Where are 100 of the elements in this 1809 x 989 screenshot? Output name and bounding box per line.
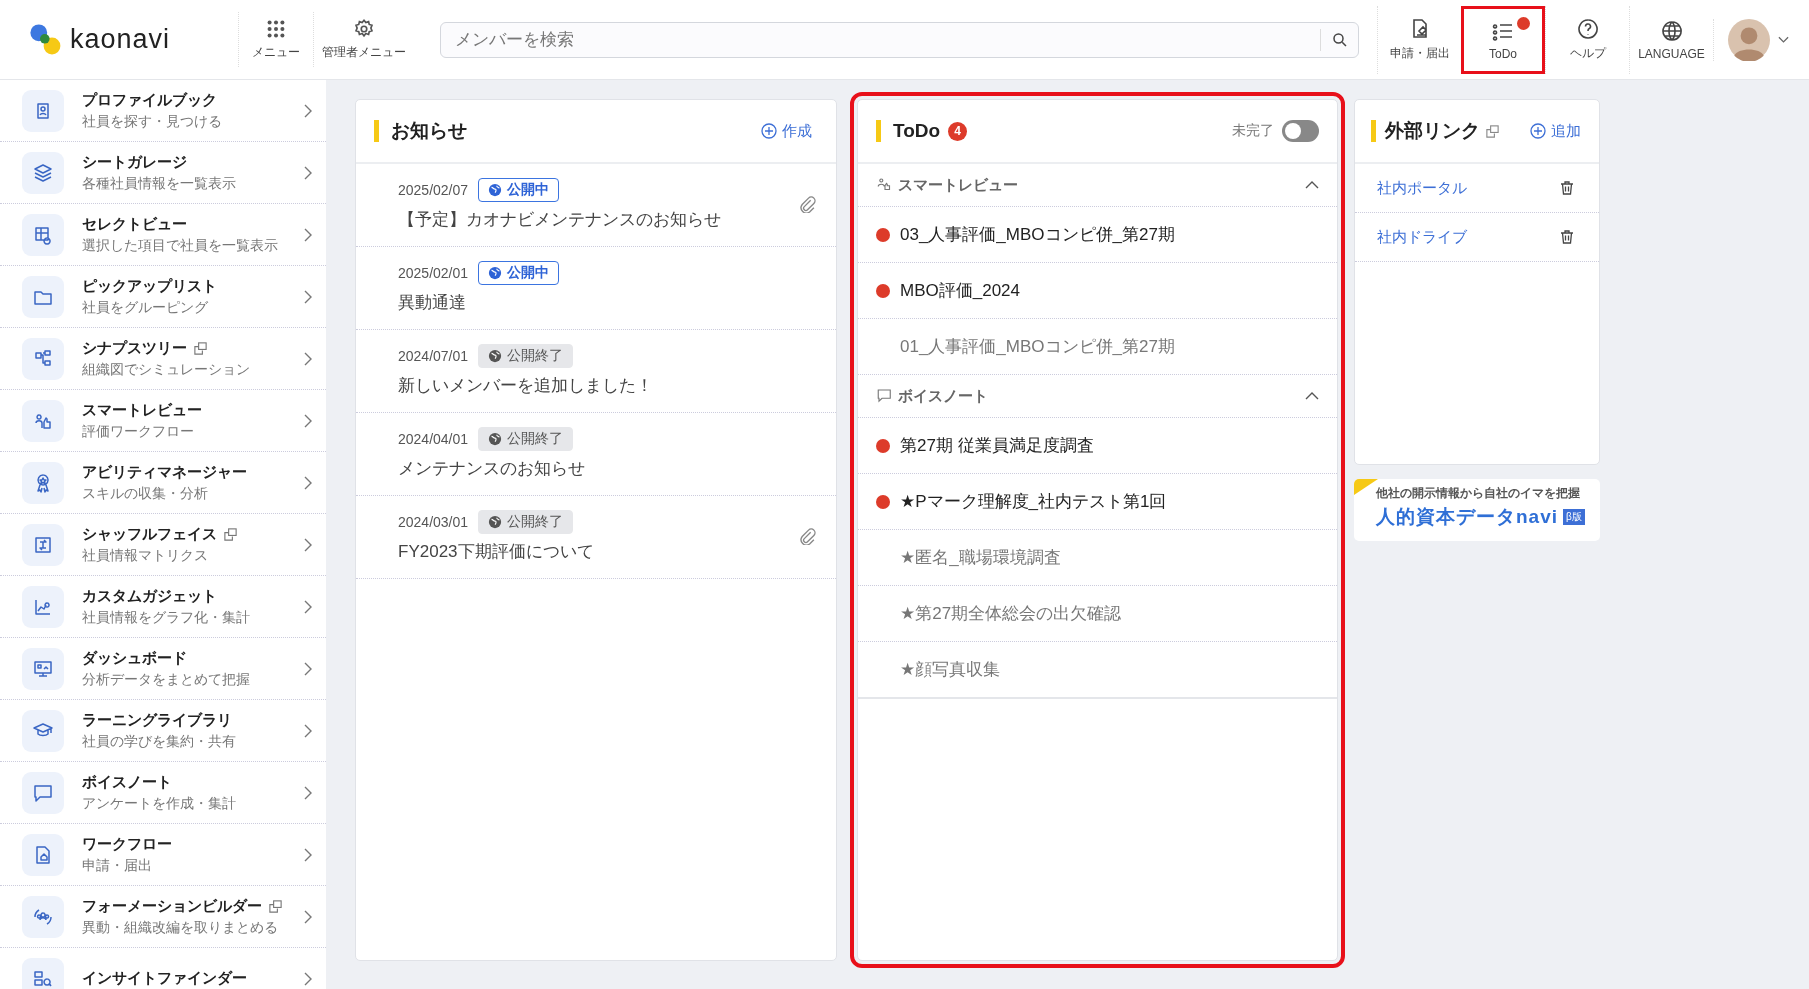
nav-button[interactable]: 管理者メニュー [313,12,414,67]
chevron-right-icon [304,165,312,180]
sidebar-item[interactable]: ダッシュボード 分析データをまとめて把握 [0,638,326,700]
sidebar-item[interactable]: ボイスノート アンケートを作成・集計 [0,762,326,824]
notice-item[interactable]: 2024/07/01 公開終了 新しいメンバーを追加しました！ [356,330,836,413]
todo-item[interactable]: ★Pマーク理解度_社内テスト第1回 [858,474,1337,530]
sidebar-item[interactable]: アビリティマネージャー スキルの収集・分析 [0,452,326,514]
nav-button[interactable]: ヘルプ [1545,5,1629,74]
chevron-right-icon [304,847,312,862]
notice-item[interactable]: 2024/03/01 公開終了 FY2023下期評価について [356,496,836,579]
globe-icon [488,183,503,197]
notice-title: 新しいメンバーを追加しました！ [398,375,654,397]
todo-item[interactable]: ★第27期全体総会の出欠確認 [858,586,1337,642]
todo-item[interactable]: ★匿名_職場環境調査 [858,530,1337,586]
item-title: ワークフロー [82,834,172,854]
search-field[interactable]: メンバーを検索 [440,21,1359,58]
item-title: シャッフルフェイス [82,524,217,544]
link[interactable]: 社内ドライブ [1377,227,1467,247]
status-tag: 公開中 [478,178,560,202]
globe-icon [488,349,503,363]
chevron-right-icon [304,723,312,738]
avatar[interactable] [1728,18,1770,61]
panel-title: 外部リンク [1385,119,1480,143]
group-title: スマートレビュー [898,175,1018,195]
notice-title: 異動通達 [398,292,467,314]
item-description: 社員を探す・見つける [82,112,223,131]
globe-icon [488,266,503,280]
delete-icon[interactable] [1559,229,1575,245]
panel-title: ToDo [893,120,941,142]
accent-bar [876,120,881,142]
sidebar-item[interactable]: フォーメーションビルダー 異動・組織改編を取りまとめる [0,886,326,948]
help-icon [1575,17,1600,41]
item-description: 各種社員情報を一覧表示 [82,174,237,193]
link[interactable]: 社内ポータル [1377,178,1467,198]
promo-banner[interactable]: 他社の開示情報から自社のイマを把握 人的資本データnavi β版 [1354,479,1600,541]
search-icon[interactable] [1331,30,1349,49]
caret-icon[interactable] [1778,35,1789,44]
todo-item[interactable]: ★顔写真収集 [858,642,1337,699]
sidebar-item[interactable]: シナプスツリー 組織図でシミュレーション [0,328,326,390]
item-description: 社員の学びを集約・共有 [82,732,237,751]
app-icon [22,523,64,566]
item-title: ピックアップリスト [82,276,217,296]
item-title: プロファイルブック [82,90,217,110]
app-icon [22,585,64,628]
sidebar-item[interactable]: ピックアップリスト 社員をグルーピング [0,266,326,328]
speech-bubble-icon [876,387,894,405]
sidebar-item[interactable]: シートガレージ 各種社員情報を一覧表示 [0,142,326,204]
sidebar-item[interactable]: ラーニングライブラリ 社員の学びを集約・共有 [0,700,326,762]
todo-item[interactable]: MBO評価_2024 [858,263,1337,319]
banner-tagline: 他社の開示情報から自社のイマを把握 [1376,485,1581,502]
nav-button[interactable]: メニュー [238,12,313,67]
app-icon [22,89,64,132]
chevron-right-icon [304,475,312,490]
app-icon [22,709,64,752]
sidebar-item[interactable]: プロファイルブック 社員を探す・見つける [0,80,326,142]
group-header[interactable]: ボイスノート [858,375,1337,418]
nav-button[interactable]: ToDo [1461,5,1545,74]
item-description: スキルの収集・分析 [82,484,209,503]
status-tag: 公開終了 [478,510,574,534]
item-title: セレクトビュー [82,214,187,234]
todo-item[interactable]: 01_人事評価_MBOコンピ併_第27期 [858,319,1337,375]
item-description: 組織図でシミュレーション [82,360,251,379]
item-title: ボイスノート [82,772,172,792]
notice-item[interactable]: 2025/02/01 公開中 異動通達 [356,247,836,330]
globe-icon [1659,18,1684,43]
app-icon [22,771,64,814]
nav-button[interactable]: 申請・届出 [1377,5,1461,74]
chevron-right-icon [304,661,312,676]
notice-date: 2025/02/01 [398,265,469,281]
item-description: 社員情報マトリクス [82,546,209,565]
globe-icon [488,432,503,446]
item-title: ラーニングライブラリ [82,710,232,730]
todo-item[interactable]: 第27期 従業員満足度調査 [858,418,1337,474]
grid-icon [265,18,287,40]
beta-badge: β版 [1563,509,1585,525]
group-title: ボイスノート [898,386,988,406]
chevron-right-icon [304,227,312,242]
nav-button[interactable]: LANGUAGE [1629,5,1713,74]
sidebar-item[interactable]: セレクトビュー 選択した項目で社員を一覧表示 [0,204,326,266]
sidebar-item[interactable]: ワークフロー 申請・届出 [0,824,326,886]
chevron-right-icon [304,289,312,304]
panel-title: お知らせ [391,119,467,143]
notice-item[interactable]: 2024/04/01 公開終了 メンテナンスのお知らせ [356,413,836,496]
todo-item[interactable]: 03_人事評価_MBOコンピ併_第27期 [858,207,1337,263]
sidebar-item[interactable]: シャッフルフェイス 社員情報マトリクス [0,514,326,576]
create-button[interactable]: 作成 [755,120,818,142]
kaonavi-logo[interactable]: kaonavi [0,21,208,58]
item-title: フォーメーションビルダー [82,896,262,916]
sidebar-item[interactable]: インサイトファインダー [0,948,326,989]
sidebar-item[interactable]: スマートレビュー 評価ワークフロー [0,390,326,452]
group-header[interactable]: スマートレビュー [858,164,1337,207]
filter-toggle[interactable] [1282,120,1319,142]
item-description: アンケートを作成・集計 [82,794,237,813]
sidebar-item[interactable]: カスタムガジェット 社員情報をグラフ化・集計 [0,576,326,638]
accent-bar [374,120,379,142]
item-title: アビリティマネージャー [82,462,247,482]
delete-icon[interactable] [1559,180,1575,196]
notice-item[interactable]: 2025/02/07 公開中 【予定】カオナビメンテナンスのお知らせ [356,164,836,247]
chevron-right-icon [304,909,312,924]
add-button[interactable]: 追加 [1524,120,1587,142]
